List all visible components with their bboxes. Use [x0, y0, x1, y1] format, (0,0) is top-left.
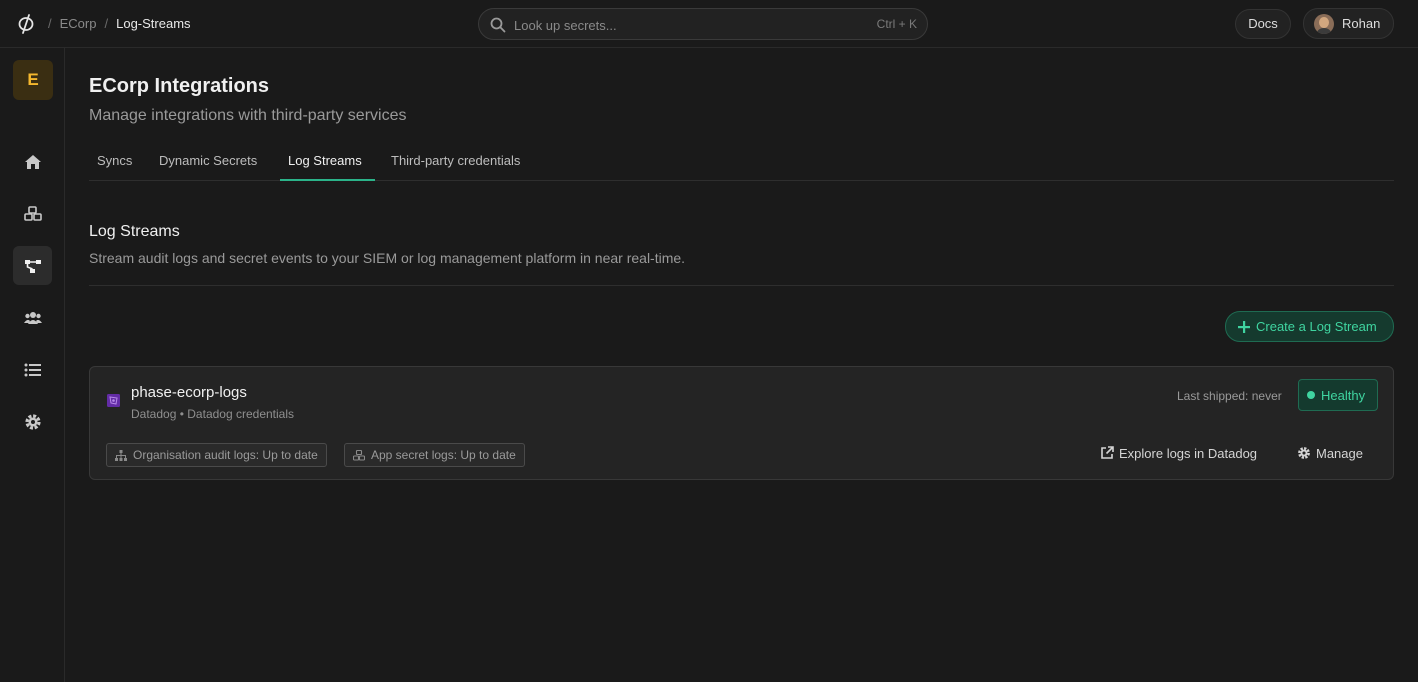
sidebar: E: [0, 48, 65, 682]
page-title: ECorp Integrations: [89, 75, 270, 97]
org-badge[interactable]: E: [13, 60, 53, 100]
home-icon: [24, 154, 41, 169]
top-bar: / ECorp / Log-Streams Ctrl + K Docs Roha…: [0, 0, 1418, 48]
section-title: Log Streams: [89, 223, 180, 240]
avatar: [1314, 13, 1334, 34]
search-bar[interactable]: Ctrl + K: [478, 8, 928, 40]
log-stream-meta: Datadog • Datadog credentials: [131, 407, 294, 421]
search-input[interactable]: [514, 15, 834, 35]
org-tree-icon: [115, 449, 127, 461]
org-audit-logs-pill: Organisation audit logs: Up to date: [106, 443, 327, 467]
status-dot-icon: [1307, 391, 1315, 399]
breadcrumb-separator: /: [48, 16, 52, 31]
sidebar-item-integrations[interactable]: [13, 246, 52, 285]
sidebar-item-members[interactable]: [13, 298, 52, 337]
log-stream-name: phase-ecorp-logs: [131, 384, 247, 401]
sidebar-item-logs[interactable]: [13, 350, 52, 389]
user-name: Rohan: [1342, 16, 1381, 31]
section-divider: [89, 285, 1394, 286]
breadcrumb-org[interactable]: ECorp: [60, 16, 97, 31]
sidebar-item-apps[interactable]: [13, 194, 52, 233]
breadcrumb-separator: /: [104, 16, 109, 31]
create-log-stream-button[interactable]: Create a Log Stream: [1225, 311, 1394, 342]
manage-button[interactable]: Manage: [1297, 443, 1363, 463]
tab-third-party-credentials[interactable]: Third-party credentials: [391, 153, 520, 168]
list-icon: [24, 363, 41, 376]
breadcrumb: / ECorp / Log-Streams: [48, 16, 191, 31]
user-menu-button[interactable]: Rohan: [1303, 8, 1394, 39]
log-stream-provider: Datadog: [131, 407, 177, 421]
search-icon: [490, 17, 506, 33]
external-link-icon: [1101, 446, 1114, 459]
tab-bar: Syncs Dynamic Secrets Log Streams Third-…: [89, 145, 1394, 181]
phase-logo-icon[interactable]: [17, 13, 35, 35]
create-log-stream-label: Create a Log Stream: [1256, 319, 1377, 334]
gear-icon: [1298, 447, 1310, 459]
tab-syncs[interactable]: Syncs: [97, 153, 132, 168]
org-audit-logs-label: Organisation audit logs: Up to date: [133, 448, 318, 462]
plus-icon: [1238, 320, 1250, 333]
members-icon: [23, 311, 42, 324]
tab-log-streams[interactable]: Log Streams: [288, 153, 362, 168]
last-shipped-status: Last shipped: never: [1177, 389, 1282, 403]
manage-label: Manage: [1316, 445, 1363, 461]
integrations-icon: [24, 259, 41, 273]
breadcrumb-current: Log-Streams: [116, 16, 191, 31]
active-tab-indicator: [280, 179, 375, 181]
section-description: Stream audit logs and secret events to y…: [89, 250, 686, 266]
meta-separator: •: [179, 407, 184, 421]
explore-logs-link[interactable]: Explore logs in Datadog: [1100, 443, 1257, 463]
datadog-icon: [107, 394, 120, 407]
app-secret-logs-label: App secret logs: Up to date: [371, 448, 516, 462]
explore-logs-label: Explore logs in Datadog: [1119, 445, 1258, 461]
log-stream-credentials: Datadog credentials: [187, 407, 294, 421]
tab-dynamic-secrets[interactable]: Dynamic Secrets: [159, 153, 257, 168]
gear-icon: [24, 413, 41, 430]
search-shortcut: Ctrl + K: [876, 17, 917, 31]
apps-icon: [353, 449, 365, 461]
sidebar-item-settings[interactable]: [13, 402, 52, 441]
apps-icon: [23, 205, 42, 221]
sidebar-item-home[interactable]: [13, 142, 52, 181]
docs-button[interactable]: Docs: [1235, 9, 1291, 39]
status-label: Healthy: [1321, 387, 1366, 403]
status-badge: Healthy: [1298, 379, 1378, 411]
log-stream-card: phase-ecorp-logs Datadog • Datadog crede…: [89, 366, 1394, 480]
page-subtitle: Manage integrations with third-party ser…: [89, 107, 407, 124]
app-secret-logs-pill: App secret logs: Up to date: [344, 443, 525, 467]
